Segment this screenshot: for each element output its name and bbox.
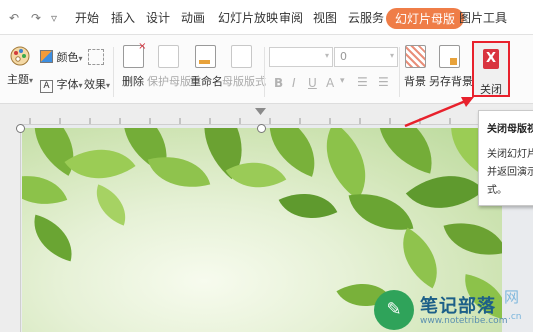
watermark-name: 笔记部落 [420, 296, 496, 317]
watermark-suffix: 网 [504, 288, 520, 306]
watermark-url: www.notetribe.com [420, 316, 508, 326]
watermark-domain: .cn [508, 312, 522, 322]
site-watermark: ✎ 笔记部落 www.notetribe.com 网 .cn [368, 282, 533, 332]
watermark-logo-icon: ✎ [374, 290, 414, 330]
